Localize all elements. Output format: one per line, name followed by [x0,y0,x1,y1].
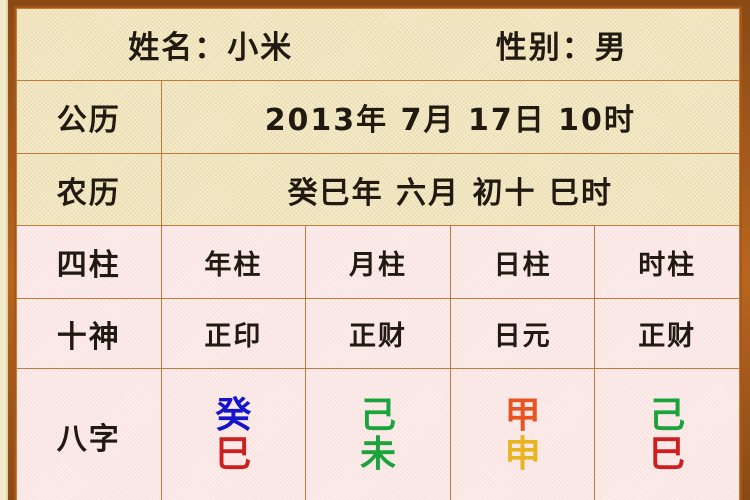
bazi-table-frame: 姓名：小米 性别：男 公历 2013年 7月 17日 10时 农历 癸巳年 六月… [14,6,742,500]
bazi-chart: 姓名：小米 性别：男 公历 2013年 7月 17日 10时 农历 癸巳年 六月… [0,0,750,500]
heavenly-stem-month: 己 [359,394,396,436]
earthly-branch-month: 未 [359,433,396,475]
eight-characters-hour: 己 巳 [594,368,740,500]
person-name-field: 姓名：小米 [128,30,294,66]
eight-characters-day: 甲 申 [449,368,596,500]
earthly-branch-day: 申 [504,433,541,475]
person-gender-field: 性别：男 [495,30,628,66]
pillar-year-header: 年柱 [160,225,307,299]
solar-date-row: 公历 2013年 7月 17日 10时 [16,80,740,154]
ten-gods-row: 十神 正印 正财 日元 正财 [16,298,740,369]
solar-date-value: 2013年 7月 17日 10时 [160,80,740,154]
eight-characters-month: 己 未 [305,368,451,500]
eight-characters-row: 八字 癸 巳 己 未 甲 申 己 巳 [16,368,740,500]
person-header-cell: 姓名：小米 性别：男 [16,8,740,81]
pillar-hour-header: 时柱 [594,225,740,299]
lunar-date-value: 癸巳年 六月 初十 巳时 [160,153,740,226]
solar-date-label: 公历 [16,80,162,154]
pillar-day-header: 日柱 [449,225,596,299]
ten-gods-hour: 正财 [594,298,740,369]
earthly-branch-year: 巳 [215,433,252,475]
eight-characters-year: 癸 巳 [160,368,307,500]
person-header-row: 姓名：小米 性别：男 [16,8,740,81]
heavenly-stem-day: 甲 [504,394,541,436]
four-pillars-row: 四柱 年柱 月柱 日柱 时柱 [16,225,740,299]
lunar-date-row: 农历 癸巳年 六月 初十 巳时 [16,153,740,226]
four-pillars-label: 四柱 [16,225,162,299]
left-gutter-decoration [0,0,8,500]
lunar-date-label: 农历 [16,153,162,226]
pillar-month-header: 月柱 [305,225,451,299]
bazi-table: 姓名：小米 性别：男 公历 2013年 7月 17日 10时 农历 癸巳年 六月… [16,8,740,500]
heavenly-stem-hour: 己 [649,394,686,436]
ten-gods-month: 正财 [305,298,451,369]
ten-gods-label: 十神 [16,298,162,369]
heavenly-stem-year: 癸 [215,394,252,436]
earthly-branch-hour: 巳 [649,433,686,475]
eight-characters-label: 八字 [16,368,162,500]
ten-gods-day: 日元 [449,298,596,369]
ten-gods-year: 正印 [160,298,307,369]
